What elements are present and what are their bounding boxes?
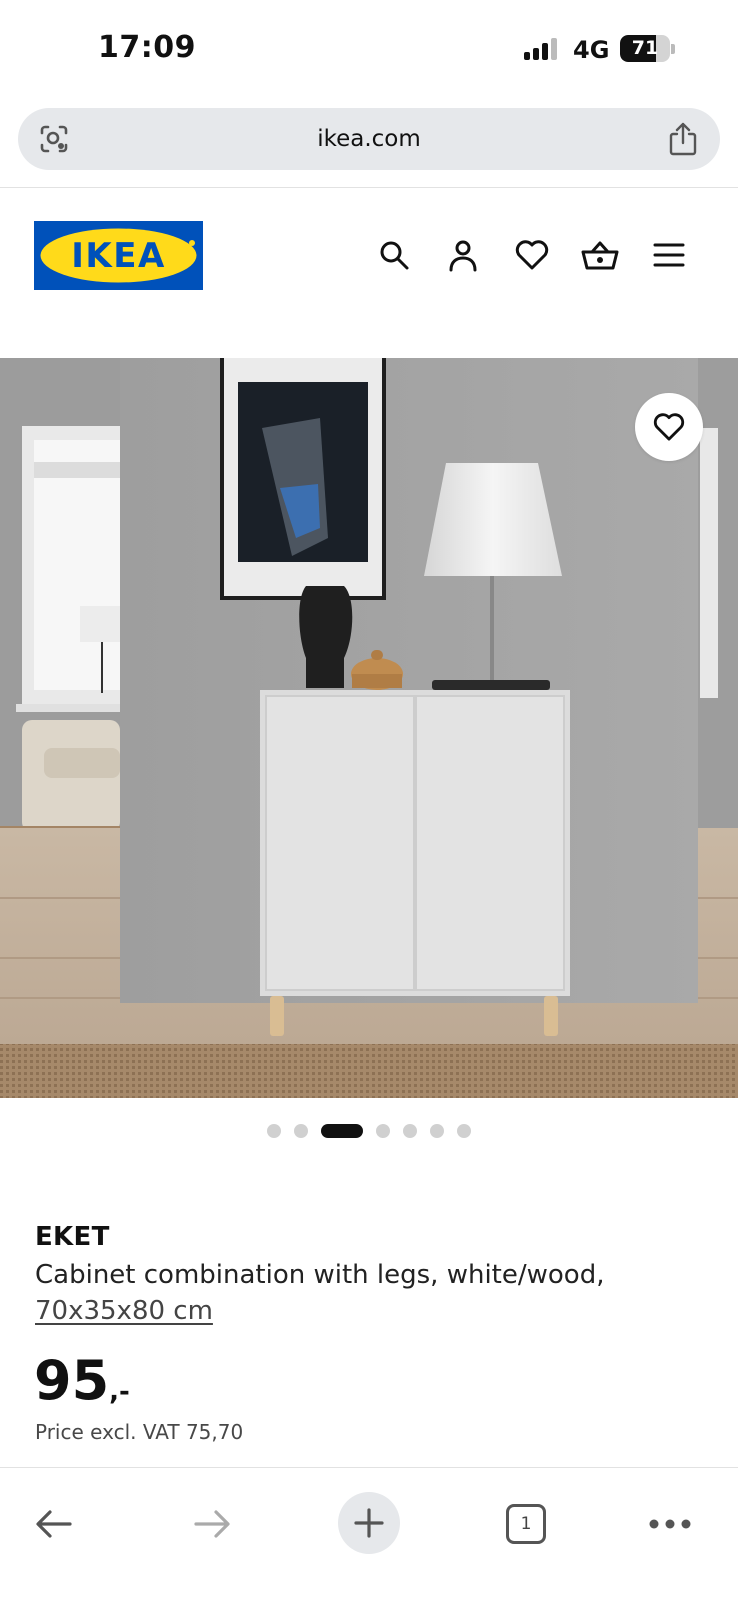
battery-icon: 71 bbox=[620, 35, 670, 62]
account-icon[interactable] bbox=[443, 235, 483, 275]
menu-icon[interactable] bbox=[649, 235, 689, 275]
carousel-dot[interactable] bbox=[376, 1124, 390, 1138]
carousel-dot[interactable] bbox=[403, 1124, 417, 1138]
status-time: 17:09 bbox=[98, 30, 196, 65]
back-icon[interactable] bbox=[22, 1492, 86, 1556]
favourite-button[interactable] bbox=[635, 393, 703, 461]
tabs-icon[interactable]: 1 bbox=[494, 1492, 558, 1556]
price-value: 95 bbox=[34, 1349, 110, 1412]
product-name: EKET bbox=[35, 1222, 110, 1252]
search-icon[interactable] bbox=[374, 235, 414, 275]
battery-nub bbox=[671, 44, 675, 54]
price-excl-vat: Price excl. VAT 75,70 bbox=[35, 1420, 244, 1444]
product-image[interactable] bbox=[0, 358, 738, 1098]
carousel-dot[interactable] bbox=[294, 1124, 308, 1138]
ikea-logo[interactable]: IKEA bbox=[34, 221, 203, 290]
network-type: 4G bbox=[573, 36, 610, 64]
browser-toolbar: 1 bbox=[0, 1467, 738, 1600]
battery-percent: 71 bbox=[631, 37, 659, 59]
heart-icon[interactable] bbox=[512, 235, 552, 275]
carousel-dot[interactable] bbox=[267, 1124, 281, 1138]
divider bbox=[0, 187, 738, 188]
price-suffix: ,- bbox=[109, 1377, 130, 1407]
carousel-indicator[interactable] bbox=[0, 1124, 738, 1138]
heart-icon bbox=[653, 413, 685, 441]
tab-count[interactable]: 1 bbox=[506, 1504, 546, 1544]
carousel-dot[interactable] bbox=[457, 1124, 471, 1138]
product-price: 95 ,- bbox=[34, 1350, 130, 1412]
address-bar[interactable]: ikea.com bbox=[18, 108, 720, 170]
logo-text: IKEA bbox=[71, 236, 166, 276]
share-icon[interactable] bbox=[666, 121, 700, 157]
carousel-dot[interactable] bbox=[430, 1124, 444, 1138]
product-dimensions-link[interactable]: 70x35x80 cm bbox=[35, 1293, 213, 1329]
forward-icon[interactable] bbox=[180, 1492, 244, 1556]
more-icon[interactable] bbox=[638, 1492, 702, 1556]
status-bar: 17:09 4G 71 bbox=[0, 0, 738, 100]
signal-icon bbox=[524, 38, 557, 60]
product-description: Cabinet combination with legs, white/woo… bbox=[35, 1260, 605, 1290]
carousel-dot[interactable] bbox=[321, 1124, 363, 1138]
new-tab-icon[interactable] bbox=[338, 1492, 400, 1554]
basket-icon[interactable] bbox=[580, 235, 620, 275]
url-text[interactable]: ikea.com bbox=[18, 108, 720, 170]
lens-icon[interactable] bbox=[38, 123, 70, 155]
